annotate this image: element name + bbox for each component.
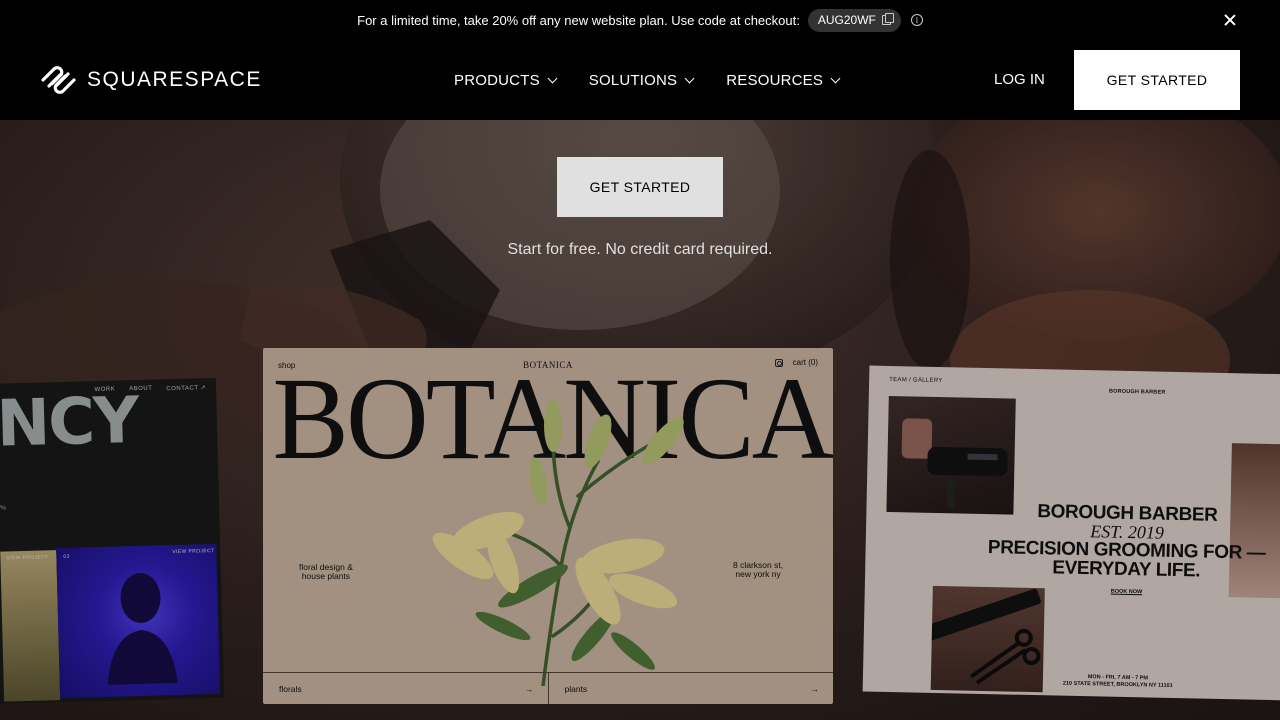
nav-solutions-label: SOLUTIONS: [588, 71, 678, 89]
login-link[interactable]: LOG IN: [994, 71, 1045, 88]
promo-text: For a limited time, take 20% off any new…: [357, 12, 800, 28]
agency-portrait-image: [56, 543, 221, 699]
barber-logo: BOROUGH BARBER: [1108, 388, 1166, 396]
agency-project-image: [0, 550, 61, 702]
agency-template-card[interactable]: WORK ABOUT CONTACT ↗ ENCY /% VIEW PROJEC…: [0, 377, 225, 705]
header-get-started-button[interactable]: GET STARTED: [1074, 50, 1240, 110]
chevron-down-icon: [830, 73, 841, 83]
barber-nav: TEAM / GALLERY: [889, 376, 943, 385]
agency-nav-contact: CONTACT ↗: [166, 385, 207, 393]
botanica-plants-label: plants: [564, 683, 588, 694]
botanica-address-line2: new york ny: [735, 569, 781, 580]
chevron-down-icon: [684, 73, 695, 83]
agency-title: ENCY: [0, 383, 139, 463]
agency-mark: /%: [0, 505, 7, 512]
scissors-comb-image: [930, 585, 1045, 693]
agency-label-view-project-2: VIEW PROJECT: [172, 548, 215, 556]
botanica-florals-label: florals: [279, 683, 302, 694]
hero-subtext: Start for free. No credit card required.: [507, 241, 773, 258]
main-nav: PRODUCTS SOLUTIONS RESOURCES: [454, 40, 872, 120]
close-icon[interactable]: [1222, 12, 1238, 28]
nav-resources-label: RESOURCES: [726, 71, 824, 89]
squarespace-logo[interactable]: SQUARESPACE: [40, 65, 262, 95]
barber-chair-image: [886, 395, 1016, 515]
scissors-icon: [930, 588, 1041, 685]
site-header: SQUARESPACE PRODUCTS SOLUTIONS RESOURCES…: [0, 40, 1280, 120]
barber-headline: BOROUGH BARBER EST. 2019 PRECISION GROOM…: [985, 501, 1269, 582]
nav-products-label: PRODUCTS: [454, 71, 540, 89]
botanica-plants-link: plants →: [547, 673, 834, 704]
botanica-address: 8 clarkson st, new york ny: [733, 560, 783, 580]
nav-resources[interactable]: RESOURCES: [726, 71, 841, 89]
botanica-footer: florals → plants →: [263, 672, 833, 704]
agency-label-number: 03: [63, 553, 70, 560]
nav-products[interactable]: PRODUCTS: [454, 71, 558, 89]
lily-flower-image: [432, 400, 684, 686]
logo-wordmark: SQUARESPACE: [87, 68, 262, 91]
botanica-template-card[interactable]: shop BOTANICA cart (0) BOTANICA: [263, 348, 833, 704]
chevron-down-icon: [547, 73, 558, 83]
announcement-bar: For a limited time, take 20% off any new…: [0, 0, 1280, 40]
barber-book-now: BOOK NOW: [1110, 588, 1143, 596]
hero-get-started-button[interactable]: GET STARTED: [557, 157, 723, 217]
hero-section: GET STARTED Start for free. No credit ca…: [0, 120, 1280, 720]
botanica-florals-link: florals →: [263, 673, 548, 704]
info-icon[interactable]: i: [910, 14, 923, 26]
barber-chair-illustration: [901, 418, 1008, 508]
botanica-tagline-line2: house plants: [301, 571, 351, 582]
botanica-tagline: floral design & house plants: [299, 562, 353, 582]
nav-solutions[interactable]: SOLUTIONS: [588, 71, 695, 89]
squarespace-logo-icon: [41, 66, 76, 94]
agency-label-view-project: VIEW PROJECT: [6, 554, 49, 562]
barber-street: 210 STATE STREET, BROOKLYN NY 11101: [1062, 680, 1173, 689]
promo-code-badge[interactable]: AUG20WF: [807, 8, 901, 32]
copy-icon: [881, 13, 894, 25]
arrow-right-icon: →: [810, 683, 820, 694]
arrow-right-icon: →: [525, 683, 534, 694]
barber-address: MON - FRI, 7 AM - 7 PM 210 STATE STREET,…: [1063, 674, 1173, 689]
person-silhouette: [107, 572, 178, 685]
barber-template-card[interactable]: TEAM / GALLERY BOROUGH BARBER BOROUGH BA…: [862, 365, 1280, 701]
promo-code: AUG20WF: [817, 13, 876, 27]
